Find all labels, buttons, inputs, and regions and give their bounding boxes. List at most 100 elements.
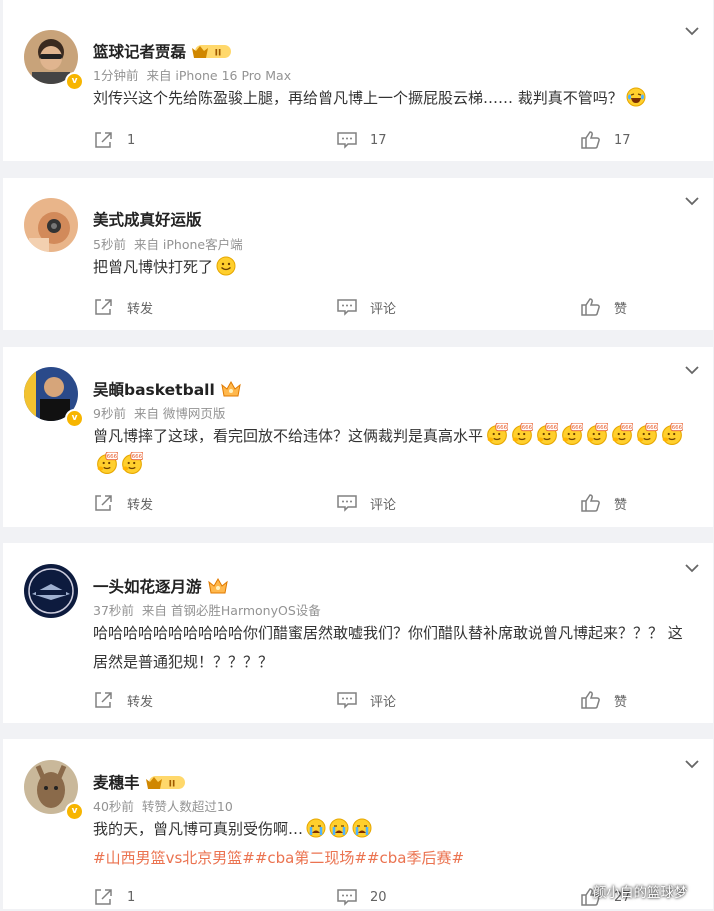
comment-text-content: 哈哈哈哈哈哈哈哈哈哈你们醋蜜居然敢嘘我们？你们醋队替补席敢说曾凡博起来？？？ 这… [93, 624, 683, 671]
like-label: 赞 [614, 497, 628, 513]
like-button[interactable]: 赞 [580, 297, 627, 317]
timestamp: 37秒前 [93, 603, 134, 618]
username-text[interactable]: 一头如花逐月游 [93, 578, 202, 596]
avatar[interactable] [24, 198, 78, 252]
username[interactable]: 麦穗丰 [93, 771, 187, 793]
like-count: 17 [614, 132, 631, 148]
source: 转赞人数超过10 [141, 799, 233, 814]
comment-button[interactable]: 评论 [336, 690, 396, 710]
username[interactable]: 吴頔basketball [93, 378, 242, 400]
comment-button[interactable]: 评论 [336, 493, 396, 513]
comment-icon [336, 297, 358, 317]
hashtag-link[interactable]: #山西男篮vs北京男篮##cba第二现场##cba季后赛# [93, 849, 464, 867]
smile-emoji-icon [216, 256, 236, 276]
comment-text: 我的天，曾凡博可真别受伤啊… #山西男篮vs北京男篮##cba第二现场##cba季… [93, 815, 697, 873]
comment-text-content: 把曾凡博快打死了 [93, 258, 214, 276]
source: 来自 微博网页版 [133, 406, 226, 421]
source: 来自 iPhone客户端 [133, 237, 243, 252]
forward-button[interactable]: 1 [93, 130, 135, 150]
crown-badge-icon [220, 380, 242, 398]
like-button[interactable]: 赞 [580, 493, 627, 513]
comment-icon [336, 690, 358, 710]
forward-count: 1 [127, 132, 136, 148]
username-text[interactable]: 美式成真好运版 [93, 211, 202, 229]
666-emoji-icon [586, 423, 608, 445]
chevron-down-icon[interactable] [685, 759, 699, 769]
thumb-up-icon [580, 130, 602, 150]
comment-button[interactable]: 20 [336, 887, 387, 907]
666-emoji-icon [636, 423, 658, 445]
666-emoji-icon [96, 452, 118, 474]
comment-text: 曾凡博摔了这球，看完回放不给违体？这俩裁判是真高水平 [93, 422, 697, 480]
comment-meta: 9秒前 来自 微博网页版 [93, 403, 233, 422]
comment-meta: 5秒前 来自 iPhone客户端 [93, 234, 251, 253]
cry-emoji-icon [352, 818, 372, 838]
comment-label: 评论 [370, 497, 397, 513]
666-emoji-icon [511, 423, 533, 445]
comment-card: v 篮球记者贾磊 1分钟前 来自 iPhone 16 Pro Max 刘传兴这个先… [3, 0, 713, 161]
watermark: 颜小白的篮球梦 [593, 885, 688, 901]
comment-count: 20 [370, 889, 387, 905]
666-emoji-icon [536, 423, 558, 445]
666-emoji-icon [661, 423, 683, 445]
chevron-down-icon[interactable] [685, 26, 699, 36]
forward-label: 转发 [127, 301, 154, 317]
like-button[interactable]: 赞 [580, 690, 627, 710]
comment-text: 刘传兴这个先给陈盈骏上腿，再给曾凡博上一个撅屁股云梯…… 裁判真不管吗？ [93, 84, 697, 113]
timestamp: 1分钟前 [93, 68, 139, 83]
username[interactable]: 美式成真好运版 [93, 208, 202, 230]
username-text[interactable]: 篮球记者贾磊 [93, 43, 186, 61]
share-icon [93, 887, 115, 907]
comment-button[interactable]: 评论 [336, 297, 396, 317]
comment-text-content: 刘传兴这个先给陈盈骏上腿，再给曾凡博上一个撅屁股云梯…… 裁判真不管吗？ [93, 89, 623, 107]
forward-button[interactable]: 1 [93, 887, 135, 907]
username[interactable]: 篮球记者贾磊 [93, 40, 233, 62]
comment-text: 哈哈哈哈哈哈哈哈哈哈你们醋蜜居然敢嘘我们？你们醋队替补席敢说曾凡博起来？？？ 这… [93, 619, 697, 677]
timestamp: 5秒前 [93, 237, 126, 252]
timestamp: 9秒前 [93, 406, 126, 421]
action-bar: 转发 评论 赞 [93, 297, 693, 321]
comment-label: 评论 [370, 694, 397, 710]
crown-badge-icon [207, 577, 229, 595]
forward-count: 1 [127, 889, 136, 905]
comment-button[interactable]: 17 [336, 130, 387, 150]
avatar[interactable] [24, 564, 78, 618]
comment-label: 评论 [370, 301, 397, 317]
action-bar: 转发 评论 赞 [93, 493, 693, 517]
comment-text: 把曾凡博快打死了 [93, 253, 697, 282]
chevron-down-icon[interactable] [685, 563, 699, 573]
verified-badge: v [65, 409, 84, 428]
comment-card: 美式成真好运版 5秒前 来自 iPhone客户端 把曾凡博快打死了 转发 评论 赞 [3, 178, 713, 330]
username[interactable]: 一头如花逐月游 [93, 575, 229, 597]
username-text[interactable]: 吴頔basketball [93, 381, 215, 399]
comment-text-content: 我的天，曾凡博可真别受伤啊… [93, 820, 304, 838]
action-bar: 1 17 17 [93, 130, 693, 154]
cry-emoji-icon [329, 818, 349, 838]
666-emoji-icon [561, 423, 583, 445]
verified-badge: v [65, 72, 84, 91]
username-text[interactable]: 麦穗丰 [93, 774, 140, 792]
666-emoji-icon [121, 452, 143, 474]
level-badge-icon [191, 42, 233, 60]
share-icon [93, 493, 115, 513]
thumb-up-icon [580, 690, 602, 710]
comment-card: 一头如花逐月游 37秒前 来自 首钢必胜HarmonyOS设备 哈哈哈哈哈哈哈哈哈… [3, 543, 713, 723]
forward-button[interactable]: 转发 [93, 690, 153, 710]
chevron-down-icon[interactable] [685, 196, 699, 206]
forward-button[interactable]: 转发 [93, 493, 153, 513]
like-button[interactable]: 17 [580, 130, 631, 150]
chevron-down-icon[interactable] [685, 365, 699, 375]
source: 来自 首钢必胜HarmonyOS设备 [141, 603, 321, 618]
666-emoji-icon [611, 423, 633, 445]
comment-icon [336, 130, 358, 150]
laugh-cry-emoji-icon [626, 87, 646, 107]
verified-badge: v [65, 802, 84, 821]
forward-label: 转发 [127, 694, 154, 710]
level-badge-icon [145, 773, 187, 791]
comment-icon [336, 493, 358, 513]
thumb-up-icon [580, 297, 602, 317]
comment-count: 17 [370, 132, 387, 148]
comment-icon [336, 887, 358, 907]
comment-text-content: 曾凡博摔了这球，看完回放不给违体？这俩裁判是真高水平 [93, 427, 484, 445]
forward-button[interactable]: 转发 [93, 297, 153, 317]
